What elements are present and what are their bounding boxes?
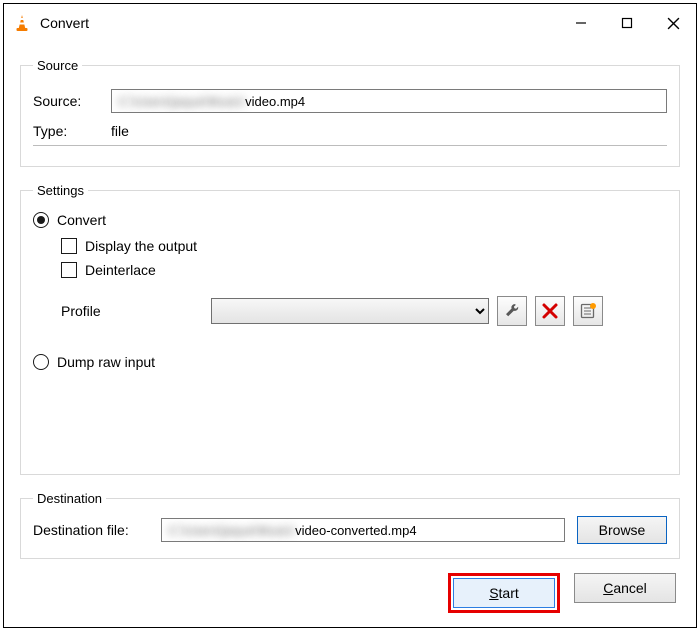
- display-output-checkbox[interactable]: Display the output: [61, 238, 667, 254]
- source-legend: Source: [33, 58, 82, 73]
- browse-label: Browse: [599, 522, 646, 538]
- titlebar: Convert: [4, 4, 696, 42]
- dump-raw-label: Dump raw input: [57, 354, 155, 370]
- deinterlace-checkbox[interactable]: Deinterlace: [61, 262, 667, 278]
- convert-radio-label: Convert: [57, 212, 106, 228]
- new-profile-button[interactable]: [573, 296, 603, 326]
- destination-legend: Destination: [33, 491, 106, 506]
- destination-file-input[interactable]: C:\Users\jaque\Music\video-converted.mp4: [161, 518, 565, 542]
- wrench-icon: [503, 302, 521, 320]
- checkbox-icon: [61, 262, 77, 278]
- start-button-highlight: Start: [448, 573, 560, 613]
- delete-x-icon: [541, 302, 559, 320]
- cancel-button[interactable]: Cancel: [574, 573, 676, 603]
- radio-dot-icon: [33, 354, 49, 370]
- checkbox-icon: [61, 238, 77, 254]
- destination-file-label: Destination file:: [33, 522, 161, 538]
- display-output-label: Display the output: [85, 238, 197, 254]
- settings-group: Settings Convert Display the output Dein…: [20, 183, 680, 475]
- close-button[interactable]: [650, 4, 696, 42]
- new-profile-icon: [579, 302, 597, 320]
- minimize-button[interactable]: [558, 4, 604, 42]
- type-value: file: [111, 123, 129, 139]
- source-path-blurred: C:\Users\jaque\Music\: [118, 94, 245, 109]
- vlc-cone-icon: [12, 13, 32, 33]
- source-path-suffix: video.mp4: [245, 94, 305, 109]
- type-label: Type:: [33, 123, 111, 139]
- edit-profile-button[interactable]: [497, 296, 527, 326]
- settings-legend: Settings: [33, 183, 88, 198]
- convert-dialog: Convert Source Source: C:\Users\jaque\Mu…: [3, 3, 697, 628]
- dialog-footer: Start Cancel: [20, 569, 680, 613]
- start-label: Start: [489, 585, 519, 601]
- profile-label: Profile: [61, 303, 211, 319]
- profile-combobox[interactable]: [211, 298, 489, 324]
- maximize-button[interactable]: [604, 4, 650, 42]
- destination-path-blurred: C:\Users\jaque\Music\: [168, 523, 295, 538]
- window-title: Convert: [40, 15, 89, 31]
- deinterlace-label: Deinterlace: [85, 262, 156, 278]
- delete-profile-button[interactable]: [535, 296, 565, 326]
- source-group: Source Source: C:\Users\jaque\Music\vide…: [20, 58, 680, 167]
- source-input[interactable]: C:\Users\jaque\Music\video.mp4: [111, 89, 667, 113]
- convert-radio[interactable]: Convert: [33, 212, 667, 228]
- source-label: Source:: [33, 93, 111, 109]
- browse-button[interactable]: Browse: [577, 516, 667, 544]
- cancel-label: Cancel: [603, 580, 647, 596]
- destination-path-suffix: video-converted.mp4: [295, 523, 416, 538]
- start-button[interactable]: Start: [453, 578, 555, 608]
- destination-group: Destination Destination file: C:\Users\j…: [20, 491, 680, 559]
- client-area: Source Source: C:\Users\jaque\Music\vide…: [4, 42, 696, 627]
- dump-raw-radio[interactable]: Dump raw input: [33, 354, 667, 370]
- radio-dot-icon: [33, 212, 49, 228]
